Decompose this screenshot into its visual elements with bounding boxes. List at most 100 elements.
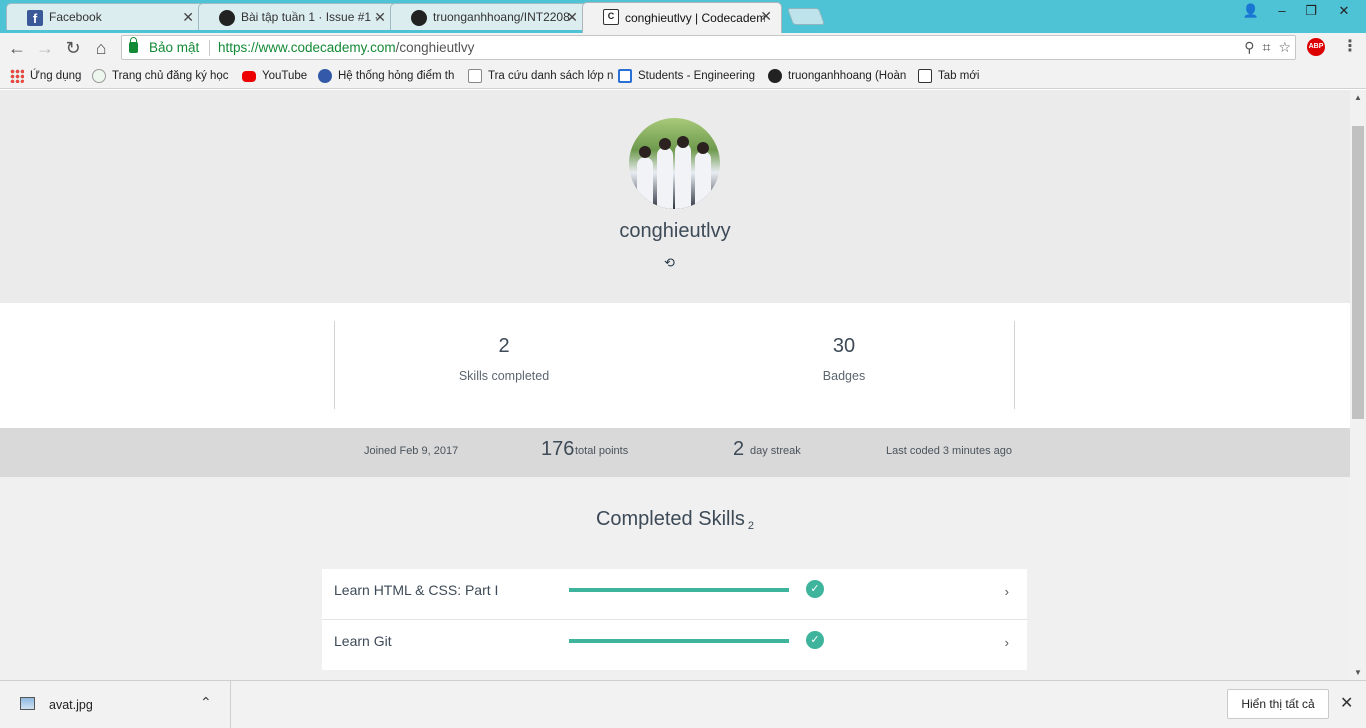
completed-skills-heading: Completed Skills 2 <box>0 508 1350 532</box>
skill-progress-bar <box>569 639 789 643</box>
url-path: /conghieutlvy <box>395 40 475 55</box>
tab-title: conghieutlvy | Codecademy <box>625 11 765 25</box>
bookmark-truonganhhoang[interactable]: truonganhhoang (Hoàn <box>768 68 906 84</box>
bookmark-label: Tab mới <box>938 70 980 82</box>
bookmark-he-thong[interactable]: Hệ thống hỏng điểm th <box>318 68 454 84</box>
link-icon[interactable]: ⟲ <box>664 255 675 271</box>
day-streak-value: 2 <box>733 438 745 460</box>
divider <box>334 321 335 409</box>
profile-icon[interactable]: 👤 <box>1238 0 1264 22</box>
download-item[interactable]: avat.jpg ⌃ <box>0 681 231 728</box>
lock-icon <box>129 37 138 53</box>
close-window-button[interactable]: ✕ <box>1330 0 1358 22</box>
divider <box>209 40 210 56</box>
close-tab-icon[interactable]: ✕ <box>374 9 386 26</box>
chevron-right-icon[interactable]: › <box>1005 635 1009 650</box>
bookmark-tab-moi[interactable]: Tab mới <box>918 68 979 84</box>
page-scrollbar[interactable]: ▲ ▼ <box>1350 90 1366 680</box>
bookmark-students[interactable]: Students - Engineering <box>618 68 755 84</box>
tab-issue[interactable]: Bài tập tuần 1 · Issue #1 · tr ✕ <box>198 3 396 30</box>
skill-progress-fill <box>569 639 789 643</box>
secure-label: Bảo mật <box>149 40 200 55</box>
codecademy-icon: C <box>603 9 619 25</box>
download-file-name: avat.jpg <box>49 698 93 712</box>
github-icon <box>219 10 235 26</box>
home-icon[interactable]: ⌂ <box>90 37 112 59</box>
username: conghieutlvy <box>619 220 731 242</box>
skills-completed-label: Skills completed <box>458 369 550 383</box>
bookmarks-bar: Ứng dụng Trang chủ đăng ký học YouTube H… <box>0 63 1366 89</box>
skill-name: Learn HTML & CSS: Part I <box>334 582 499 598</box>
globe-icon <box>318 69 332 83</box>
minimize-button[interactable]: – <box>1268 0 1296 22</box>
total-points-value: 176 <box>541 438 575 460</box>
browser-toolbar: ← → ↻ ⌂ Bảo mật https://www.codecademy.c… <box>0 33 1366 63</box>
tab-title: Facebook <box>49 10 102 24</box>
chevron-up-icon[interactable]: ⌃ <box>200 694 212 711</box>
bookmark-youtube[interactable]: YouTube <box>242 68 307 84</box>
close-tab-icon[interactable]: ✕ <box>566 9 578 26</box>
scroll-down-icon[interactable]: ▼ <box>1354 668 1362 677</box>
skill-progress-bar <box>569 588 789 592</box>
forward-icon[interactable]: → <box>34 37 56 59</box>
address-bar[interactable]: Bảo mật https://www.codecademy.com/congh… <box>121 35 1296 60</box>
chevron-right-icon[interactable]: › <box>1005 584 1009 599</box>
translate-icon[interactable]: ⌗ <box>1263 39 1271 56</box>
page-viewport: conghieutlvy ⟲ 2 Skills completed 30 Bad… <box>0 90 1350 680</box>
github-icon <box>768 69 782 83</box>
youtube-icon <box>242 70 256 82</box>
bookmark-label: Trang chủ đăng ký học <box>112 70 229 82</box>
bookmark-tra-cuu[interactable]: Tra cứu danh sách lớp n <box>468 68 613 84</box>
adblock-icon[interactable]: ABP <box>1307 38 1325 56</box>
stats-panel: 2 Skills completed 30 Badges <box>0 303 1350 428</box>
apps-icon <box>10 69 24 83</box>
bookmark-apps[interactable]: Ứng dụng <box>10 68 81 84</box>
url-text[interactable]: https://www.codecademy.com/conghieutlvy <box>218 40 474 55</box>
tab-codecademy[interactable]: C conghieutlvy | Codecademy ✕ <box>582 2 782 33</box>
bookmark-label: Tra cứu danh sách lớp n <box>488 70 614 82</box>
zoom-icon[interactable]: ⚲ <box>1244 39 1254 56</box>
downloads-bar: avat.jpg ⌃ Hiển thị tất cả ✕ <box>0 680 1366 728</box>
avatar[interactable] <box>629 118 720 209</box>
restore-button[interactable]: ❐ <box>1297 0 1325 22</box>
document-icon <box>468 69 482 83</box>
reload-icon[interactable]: ↻ <box>62 37 84 59</box>
facebook-icon: f <box>27 10 43 26</box>
bookmark-label: Ứng dụng <box>30 70 82 82</box>
skill-row[interactable]: Learn Git ✓ › <box>322 620 1027 670</box>
codecademy-icon <box>918 69 932 83</box>
badges-count: 30 <box>832 335 856 357</box>
close-icon[interactable]: ✕ <box>1340 693 1353 713</box>
profile-header: conghieutlvy ⟲ <box>0 90 1350 303</box>
check-icon: ✓ <box>806 580 824 598</box>
github-icon <box>411 10 427 26</box>
page-icon <box>618 69 632 83</box>
close-tab-icon[interactable]: ✕ <box>182 9 194 26</box>
completed-skills-count: 2 <box>747 520 755 532</box>
last-coded: Last coded 3 minutes ago <box>886 445 1012 457</box>
back-icon[interactable]: ← <box>6 37 28 59</box>
scroll-up-icon[interactable]: ▲ <box>1354 93 1362 102</box>
image-file-icon <box>20 697 35 710</box>
scroll-thumb[interactable] <box>1352 126 1364 419</box>
close-tab-icon[interactable]: ✕ <box>760 8 772 25</box>
badges-label: Badges <box>822 369 866 383</box>
skill-progress-fill <box>569 588 789 592</box>
new-tab-button[interactable] <box>786 8 826 25</box>
skill-row[interactable]: Learn HTML & CSS: Part I ✓ › <box>322 569 1027 619</box>
tab-repo[interactable]: truonganhhoang/INT2208- ✕ <box>390 3 588 30</box>
tab-facebook[interactable]: f Facebook ✕ <box>6 3 204 30</box>
url-host: https://www.codecademy.com <box>218 40 396 55</box>
bookmark-label: Hệ thống hỏng điểm th <box>338 70 455 82</box>
joined-date: Joined Feb 9, 2017 <box>364 445 459 457</box>
chrome-menu-icon[interactable]: ⋮ <box>1342 36 1358 56</box>
bookmark-label: Students - Engineering <box>638 70 755 82</box>
show-all-button[interactable]: Hiển thị tất cả <box>1227 689 1329 719</box>
section-title-text: Completed Skills <box>595 508 745 530</box>
bookmark-label: YouTube <box>262 70 308 82</box>
check-icon: ✓ <box>806 631 824 649</box>
tab-title: Bài tập tuần 1 · Issue #1 · tr <box>241 10 381 24</box>
bookmark-dang-ky-hoc[interactable]: Trang chủ đăng ký học <box>92 68 229 84</box>
day-streak-label: day streak <box>750 445 801 457</box>
bookmark-star-icon[interactable]: ☆ <box>1278 39 1291 56</box>
